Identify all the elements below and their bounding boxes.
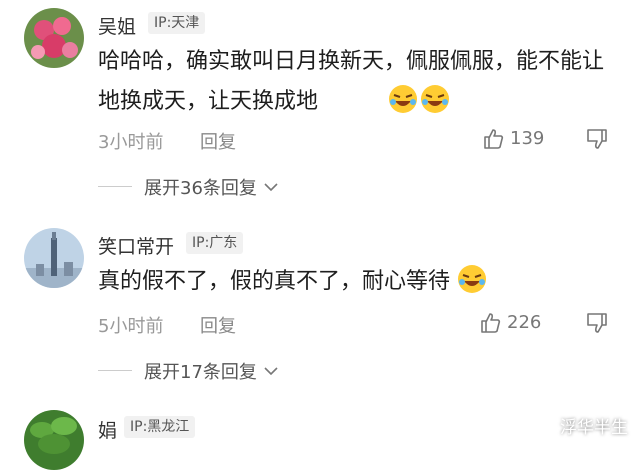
- chevron-down-icon: [264, 183, 278, 192]
- ip-location-badge: IP:广东: [186, 232, 244, 254]
- reply-button[interactable]: 回复: [200, 128, 236, 154]
- laughing-emoji-icon: [457, 265, 487, 294]
- chevron-down-icon: [264, 367, 278, 376]
- reply-button[interactable]: 回复: [200, 312, 236, 338]
- thumbs-down-icon[interactable]: [586, 312, 608, 334]
- like-count: 226: [507, 312, 542, 333]
- like-count: 139: [510, 128, 545, 149]
- comment-item: 笑口常开 IP:广东 真的假不了，假的真不了，耐心等待 5小时前 回复 226 …: [0, 220, 640, 400]
- comment-text: 真的假不了，假的真不了，耐心等待: [98, 262, 608, 302]
- username[interactable]: 娟: [98, 416, 117, 443]
- avatar[interactable]: [24, 228, 84, 288]
- ip-location-badge: IP:天津: [148, 12, 206, 34]
- avatar[interactable]: [24, 410, 84, 470]
- divider: [98, 186, 132, 187]
- laughing-emoji-icon: [388, 84, 418, 114]
- comment-item: 吴姐 IP:天津 哈哈哈，确实敢叫日月换新天，佩服佩服，能不能让地换成天，让天换…: [0, 0, 640, 220]
- expand-replies-button[interactable]: 展开17条回复: [144, 358, 279, 384]
- expand-replies-label: 展开36条回复: [144, 178, 257, 199]
- comment-text-content: 真的假不了，假的真不了，耐心等待: [98, 269, 451, 294]
- ip-location-badge: IP:黑龙江: [124, 416, 196, 438]
- username[interactable]: 吴姐: [98, 12, 136, 39]
- thumbs-down-icon[interactable]: [586, 128, 608, 150]
- comment-text: 哈哈哈，确实敢叫日月换新天，佩服佩服，能不能让地换成天，让天换成地: [98, 49, 605, 114]
- comment-timestamp: 3小时前: [98, 132, 164, 153]
- comment-item: 娟 IP:黑龙江: [0, 400, 640, 470]
- avatar[interactable]: [24, 8, 84, 68]
- expand-replies-label: 展开17条回复: [144, 362, 257, 383]
- comment-timestamp: 5小时前: [98, 316, 164, 337]
- watermark: 浮华半生: [560, 418, 628, 438]
- expand-replies-button[interactable]: 展开36条回复: [144, 174, 279, 200]
- thumbs-up-icon[interactable]: [483, 128, 505, 150]
- divider: [98, 370, 132, 371]
- thumbs-up-icon[interactable]: [480, 312, 502, 334]
- laughing-emoji-icon: [420, 84, 450, 114]
- username[interactable]: 笑口常开: [98, 232, 174, 259]
